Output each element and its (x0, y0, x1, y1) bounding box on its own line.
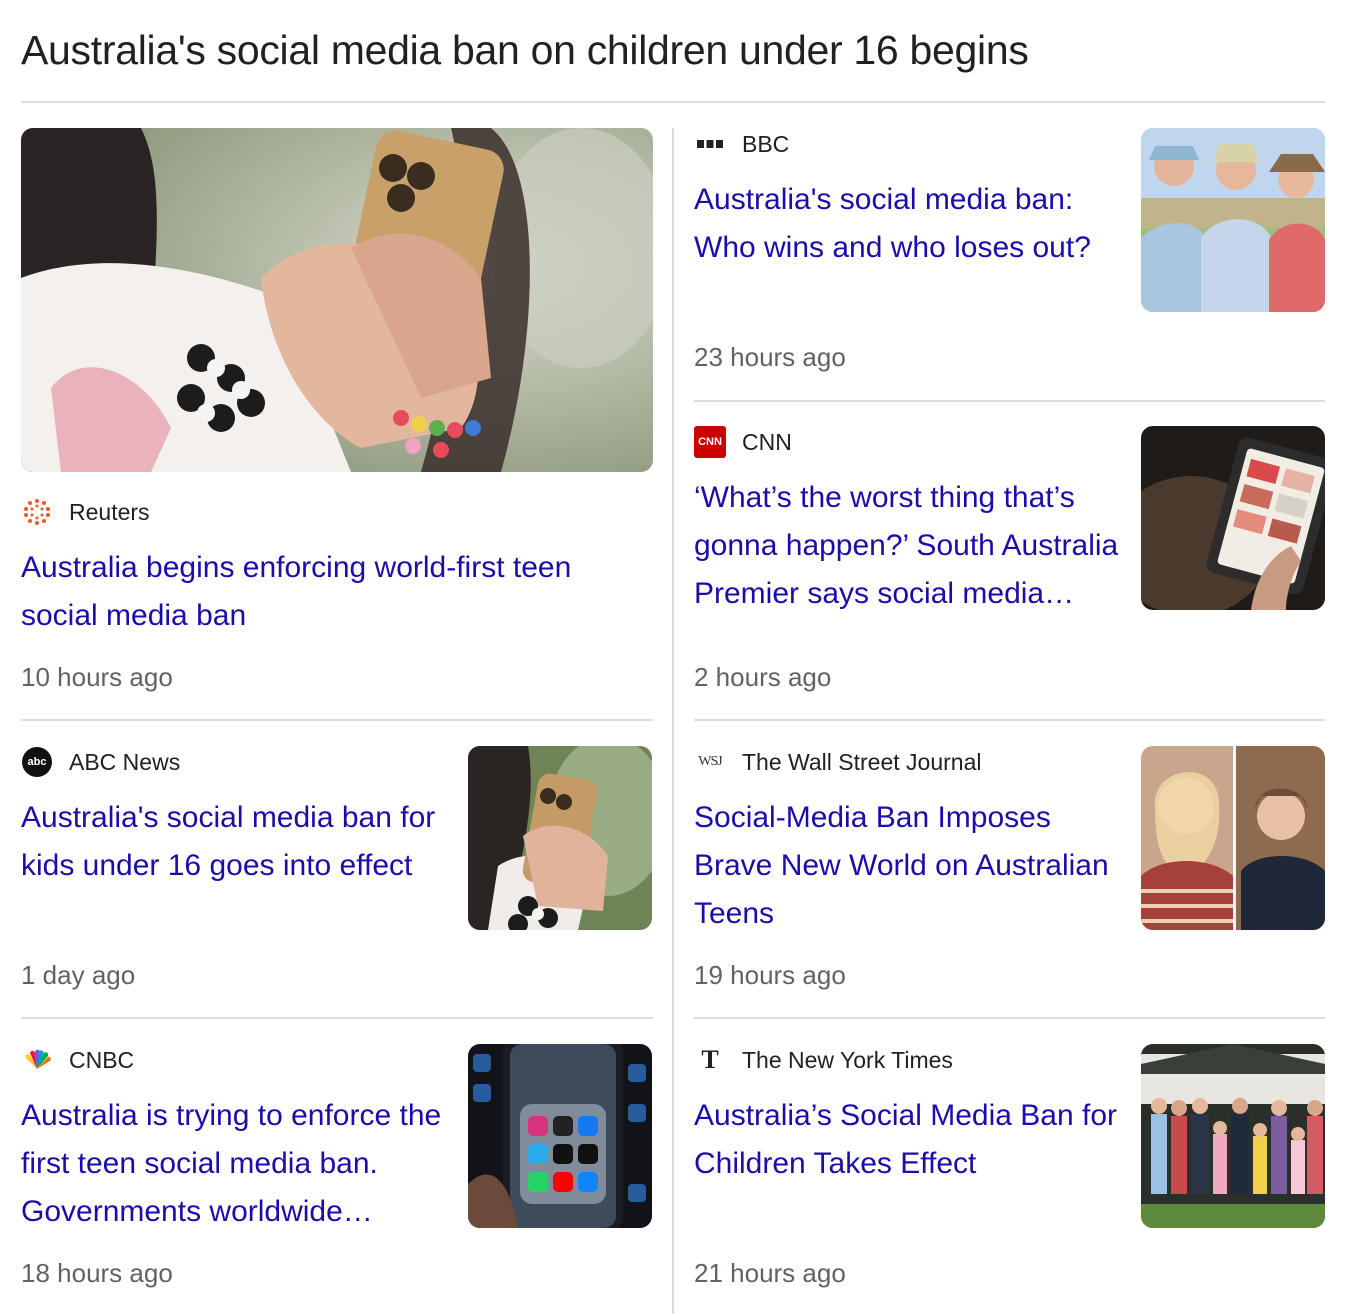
row-divider (21, 719, 653, 721)
source-name: The Wall Street Journal (742, 748, 982, 775)
timestamp: 10 hours ago (21, 662, 173, 692)
reuters-logo-icon (21, 496, 53, 528)
headline-link[interactable]: Social-Media Ban Imposes Brave New World… (694, 794, 1124, 938)
timestamp: 19 hours ago (694, 960, 846, 990)
source-row: T The New York Times (694, 1044, 953, 1076)
source-name: ABC News (69, 748, 181, 775)
timestamp: 1 day ago (21, 960, 136, 990)
source-name: CNN (742, 428, 792, 455)
row-divider (694, 1017, 1325, 1019)
wsj-logo-text: WSJ (698, 754, 722, 769)
article-thumbnail[interactable] (1141, 128, 1325, 312)
source-row: abc ABC News (21, 746, 180, 778)
source-row: CNBC (21, 1044, 134, 1076)
headline-link[interactable]: Australia is trying to enforce the first… (21, 1092, 451, 1236)
timestamp: 18 hours ago (21, 1258, 173, 1288)
headline-link[interactable]: Australia’s Social Media Ban for Childre… (694, 1092, 1124, 1188)
row-divider (694, 400, 1325, 402)
source-name: CNBC (69, 1046, 135, 1073)
bbc-logo-icon (694, 128, 726, 160)
article-thumbnail[interactable] (1141, 426, 1325, 610)
nyt-logo-text: T (701, 1045, 719, 1074)
featured-thumbnail[interactable] (21, 128, 653, 472)
source-row: CNN CNN (694, 426, 792, 458)
nyt-logo-icon: T (694, 1044, 726, 1076)
source-name: Reuters (69, 498, 150, 525)
headline-link[interactable]: Australia's social media ban: Who wins a… (694, 176, 1124, 272)
headline-link[interactable]: Australia begins enforcing world-first t… (21, 544, 641, 640)
timestamp: 23 hours ago (694, 342, 846, 372)
article-thumbnail[interactable] (1141, 746, 1325, 930)
headline-link[interactable]: ‘What’s the worst thing that’s gonna hap… (694, 474, 1124, 618)
title-divider (21, 101, 1325, 103)
cnn-logo-icon: CNN (694, 426, 726, 458)
source-row: BBC (694, 128, 789, 160)
article-thumbnail[interactable] (468, 1044, 652, 1228)
timestamp: 2 hours ago (694, 662, 832, 692)
source-name: The New York Times (742, 1046, 953, 1073)
column-divider (672, 128, 674, 1314)
article-thumbnail[interactable] (468, 746, 652, 930)
source-row: WSJ The Wall Street Journal (694, 746, 981, 778)
source-name: BBC (742, 130, 790, 157)
abc-logo-text: abc (27, 756, 47, 768)
cnn-logo-text: CNN (698, 436, 722, 448)
source-row: Reuters (21, 496, 150, 528)
row-divider (21, 1017, 653, 1019)
headline-link[interactable]: Australia's social media ban for kids un… (21, 794, 451, 890)
timestamp: 21 hours ago (694, 1258, 846, 1288)
page-title: Australia's social media ban on children… (21, 27, 1029, 73)
article-thumbnail[interactable] (1141, 1044, 1325, 1228)
wsj-logo-icon: WSJ (694, 746, 726, 778)
abc-logo-icon: abc (21, 746, 53, 778)
cnbc-peacock-icon (21, 1044, 53, 1076)
row-divider (694, 719, 1325, 721)
